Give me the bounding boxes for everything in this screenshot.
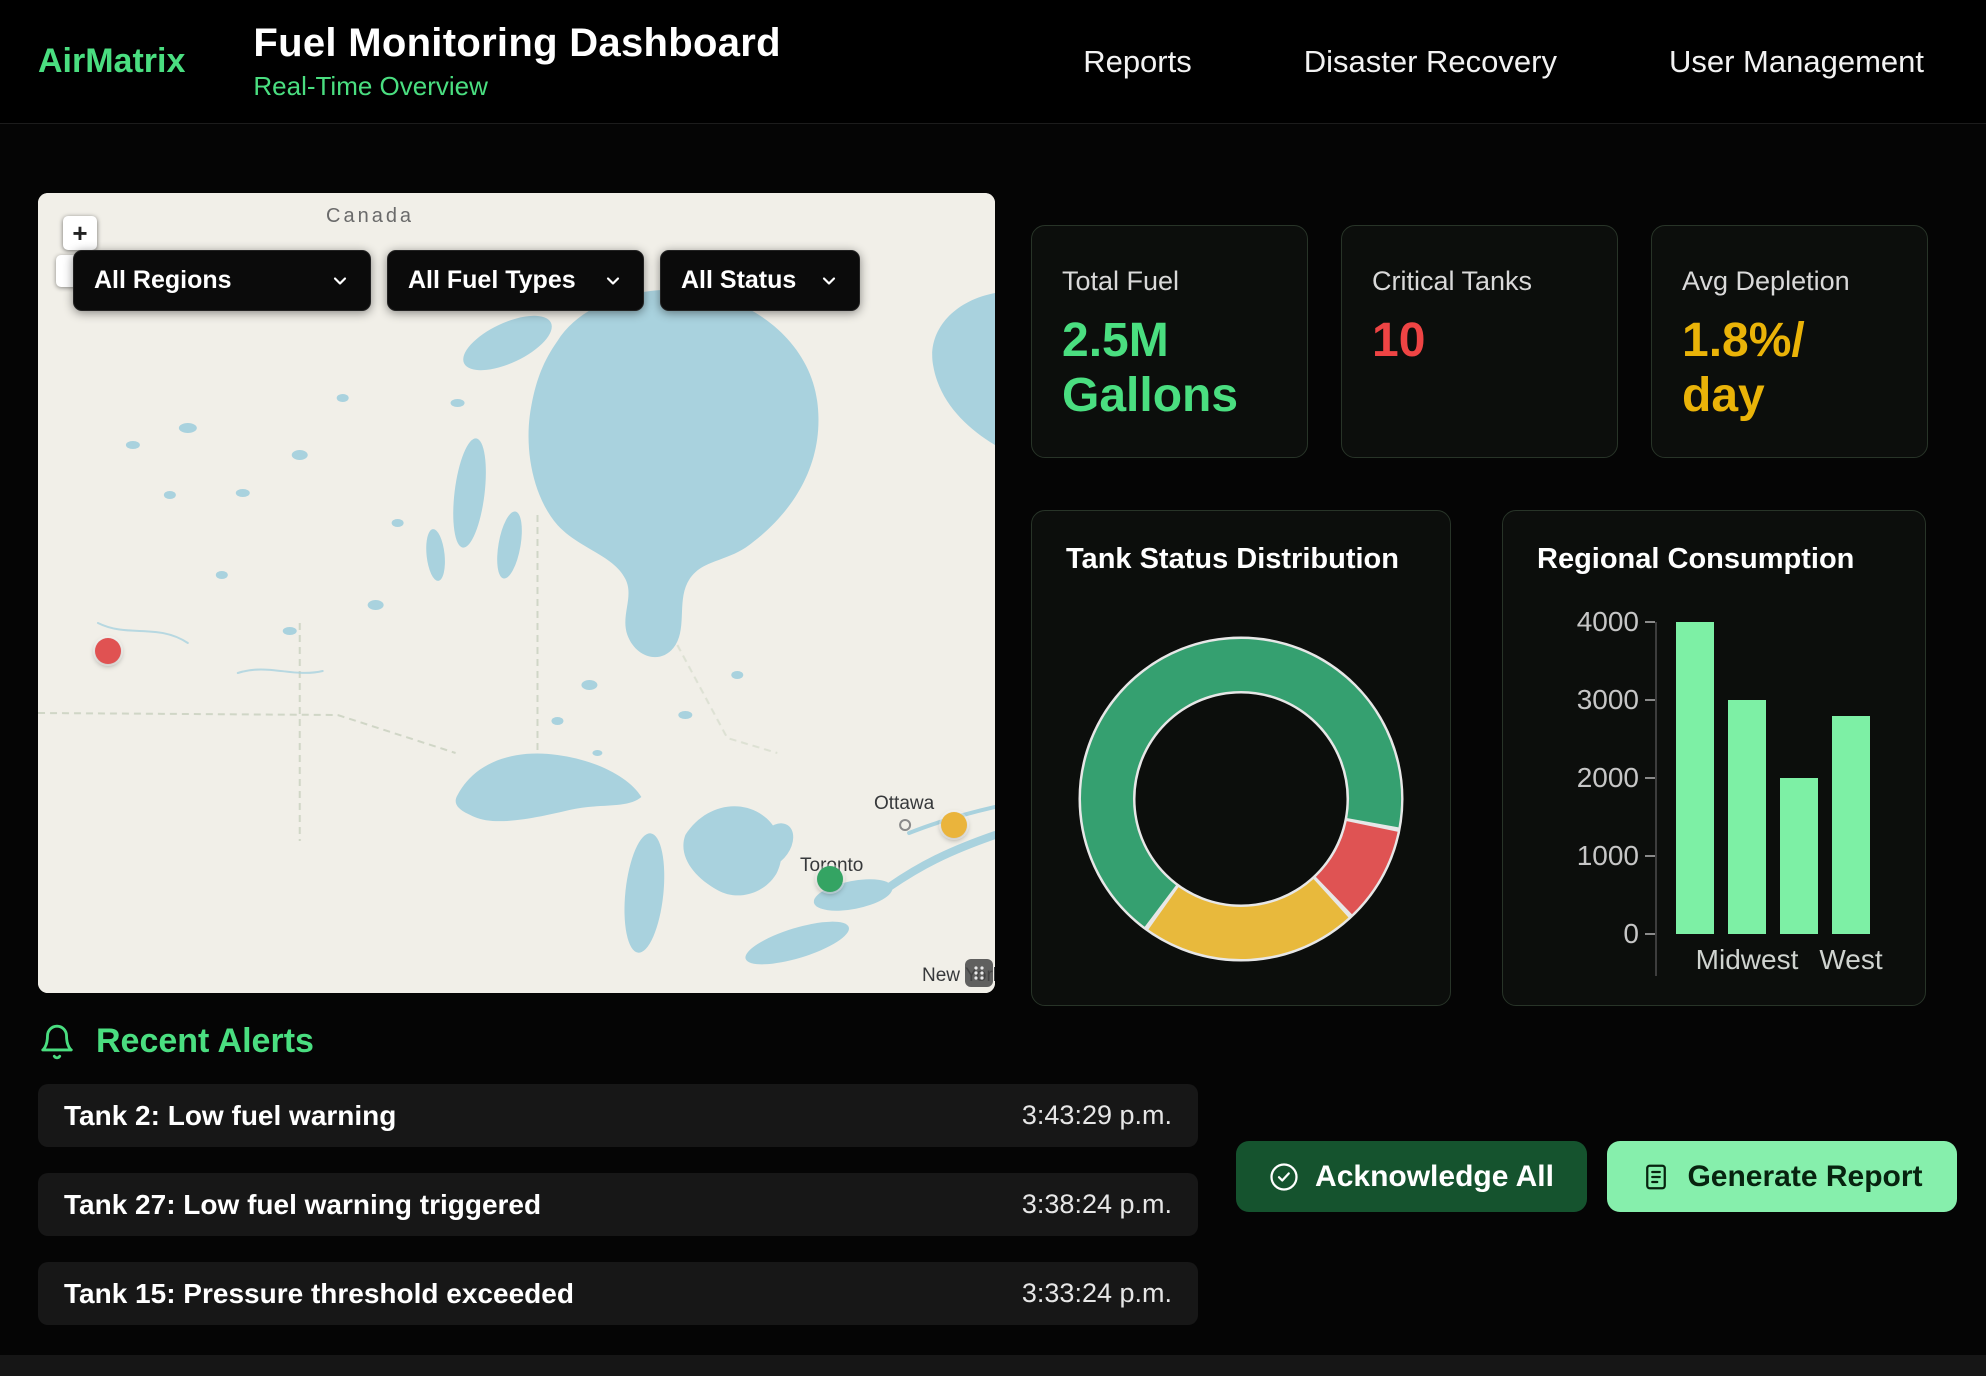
alert-message: Tank 15: Pressure threshold exceeded: [64, 1278, 574, 1310]
alert-actions: Acknowledge All Generate Report: [1236, 1141, 1957, 1212]
map-panel[interactable]: Canada Ottawa Toronto New York + All Reg…: [38, 193, 995, 993]
alert-timestamp: 3:38:24 p.m.: [1022, 1189, 1172, 1220]
x-label-1: Midwest: [1721, 944, 1773, 976]
chevron-down-icon: [330, 271, 350, 291]
main-nav: Reports Disaster Recovery User Managemen…: [1083, 44, 1938, 80]
nav-user-management[interactable]: User Management: [1669, 44, 1924, 80]
regional-consumption-title: Regional Consumption: [1537, 543, 1891, 576]
bar-3: [1832, 716, 1870, 934]
generate-report-label: Generate Report: [1687, 1160, 1922, 1194]
tank-marker-critical[interactable]: [95, 638, 121, 664]
title-block: Fuel Monitoring Dashboard Real-Time Over…: [253, 22, 780, 102]
alert-timestamp: 3:33:24 p.m.: [1022, 1278, 1172, 1309]
map-filter-bar: All Regions All Fuel Types All Status: [73, 250, 860, 311]
page-title: Fuel Monitoring Dashboard: [253, 22, 780, 64]
fuel-type-filter-value: All Fuel Types: [408, 266, 576, 295]
x-label-3: West: [1825, 944, 1877, 976]
generate-report-button[interactable]: Generate Report: [1607, 1141, 1957, 1212]
alerts-header: Recent Alerts: [38, 1022, 314, 1061]
map-resize-handle[interactable]: [965, 959, 993, 987]
regional-consumption-bar-chart: 01000200030004000 MidwestWest: [1537, 622, 1891, 976]
status-filter-value: All Status: [681, 266, 796, 295]
alert-row[interactable]: Tank 2: Low fuel warning 3:43:29 p.m.: [38, 1084, 1198, 1147]
map-label-ottawa: Ottawa: [874, 793, 934, 815]
tank-status-title: Tank Status Distribution: [1066, 543, 1416, 576]
stat-label: Critical Tanks: [1372, 266, 1587, 297]
alerts-title: Recent Alerts: [96, 1022, 314, 1061]
alert-message: Tank 27: Low fuel warning triggered: [64, 1189, 541, 1221]
bar-chart-y-axis: 01000200030004000: [1537, 622, 1655, 934]
stat-value-total-fuel: 2.5M Gallons: [1062, 313, 1277, 423]
status-filter-dropdown[interactable]: All Status: [660, 250, 860, 311]
bar-0: [1676, 622, 1714, 934]
x-label-2: [1773, 944, 1825, 976]
alert-list: Tank 2: Low fuel warning 3:43:29 p.m. Ta…: [38, 1084, 1198, 1325]
footer-strip: [0, 1355, 1986, 1376]
check-circle-icon: [1269, 1162, 1299, 1192]
page-subtitle: Real-Time Overview: [253, 71, 780, 102]
alert-row[interactable]: Tank 27: Low fuel warning triggered 3:38…: [38, 1173, 1198, 1236]
alert-timestamp: 3:43:29 p.m.: [1022, 1100, 1172, 1131]
chevron-down-icon: [603, 271, 623, 291]
acknowledge-all-label: Acknowledge All: [1315, 1160, 1554, 1194]
map-label-canada: Canada: [326, 205, 414, 228]
y-tick-0: 0: [1623, 918, 1655, 950]
alert-message: Tank 2: Low fuel warning: [64, 1100, 396, 1132]
app-logo[interactable]: AirMatrix: [38, 42, 185, 81]
fuel-type-filter-dropdown[interactable]: All Fuel Types: [387, 250, 644, 311]
document-icon: [1641, 1162, 1671, 1192]
tank-status-card: Tank Status Distribution: [1031, 510, 1451, 1006]
tank-marker-warning[interactable]: [941, 812, 967, 838]
chevron-down-icon: [819, 271, 839, 291]
bell-icon: [38, 1023, 76, 1061]
acknowledge-all-button[interactable]: Acknowledge All: [1236, 1141, 1587, 1212]
stat-card-critical-tanks: Critical Tanks 10: [1341, 225, 1618, 458]
zoom-in-button[interactable]: +: [63, 216, 97, 250]
stat-card-total-fuel: Total Fuel 2.5M Gallons: [1031, 225, 1308, 458]
stat-value-avg-depletion: 1.8%/ day: [1682, 313, 1897, 423]
bar-2: [1780, 778, 1818, 934]
bar-1: [1728, 700, 1766, 934]
bar-chart-plot-area: Midwest West: [1655, 622, 1877, 976]
app-root: AirMatrix Fuel Monitoring Dashboard Real…: [0, 0, 1986, 1376]
stats-row: Total Fuel 2.5M Gallons Critical Tanks 1…: [1031, 225, 1928, 458]
drag-dots-icon: [971, 965, 987, 981]
y-tick-4000: 4000: [1577, 606, 1655, 638]
y-tick-1000: 1000: [1577, 840, 1655, 872]
tank-marker-normal[interactable]: [817, 866, 843, 892]
y-tick-2000: 2000: [1577, 762, 1655, 794]
regional-consumption-card: Regional Consumption 0 1000 2000 3000 4000 M…: [1502, 510, 1926, 1006]
charts-row: Tank Status Distribution Regional Consum…: [1031, 510, 1926, 1006]
region-filter-dropdown[interactable]: All Regions: [73, 250, 371, 311]
region-filter-value: All Regions: [94, 266, 232, 295]
stat-label: Total Fuel: [1062, 266, 1277, 297]
stat-label: Avg Depletion: [1682, 266, 1897, 297]
nav-reports[interactable]: Reports: [1083, 44, 1192, 80]
y-tick-3000: 3000: [1577, 684, 1655, 716]
nav-disaster-recovery[interactable]: Disaster Recovery: [1304, 44, 1557, 80]
bar-chart-x-axis: Midwest West: [1657, 944, 1877, 976]
stat-value-critical-tanks: 10: [1372, 313, 1587, 368]
tank-status-donut-chart: [1076, 634, 1406, 964]
header: AirMatrix Fuel Monitoring Dashboard Real…: [0, 0, 1986, 124]
alert-row[interactable]: Tank 15: Pressure threshold exceeded 3:3…: [38, 1262, 1198, 1325]
stat-card-avg-depletion: Avg Depletion 1.8%/ day: [1651, 225, 1928, 458]
ottawa-city-dot: [900, 820, 910, 830]
